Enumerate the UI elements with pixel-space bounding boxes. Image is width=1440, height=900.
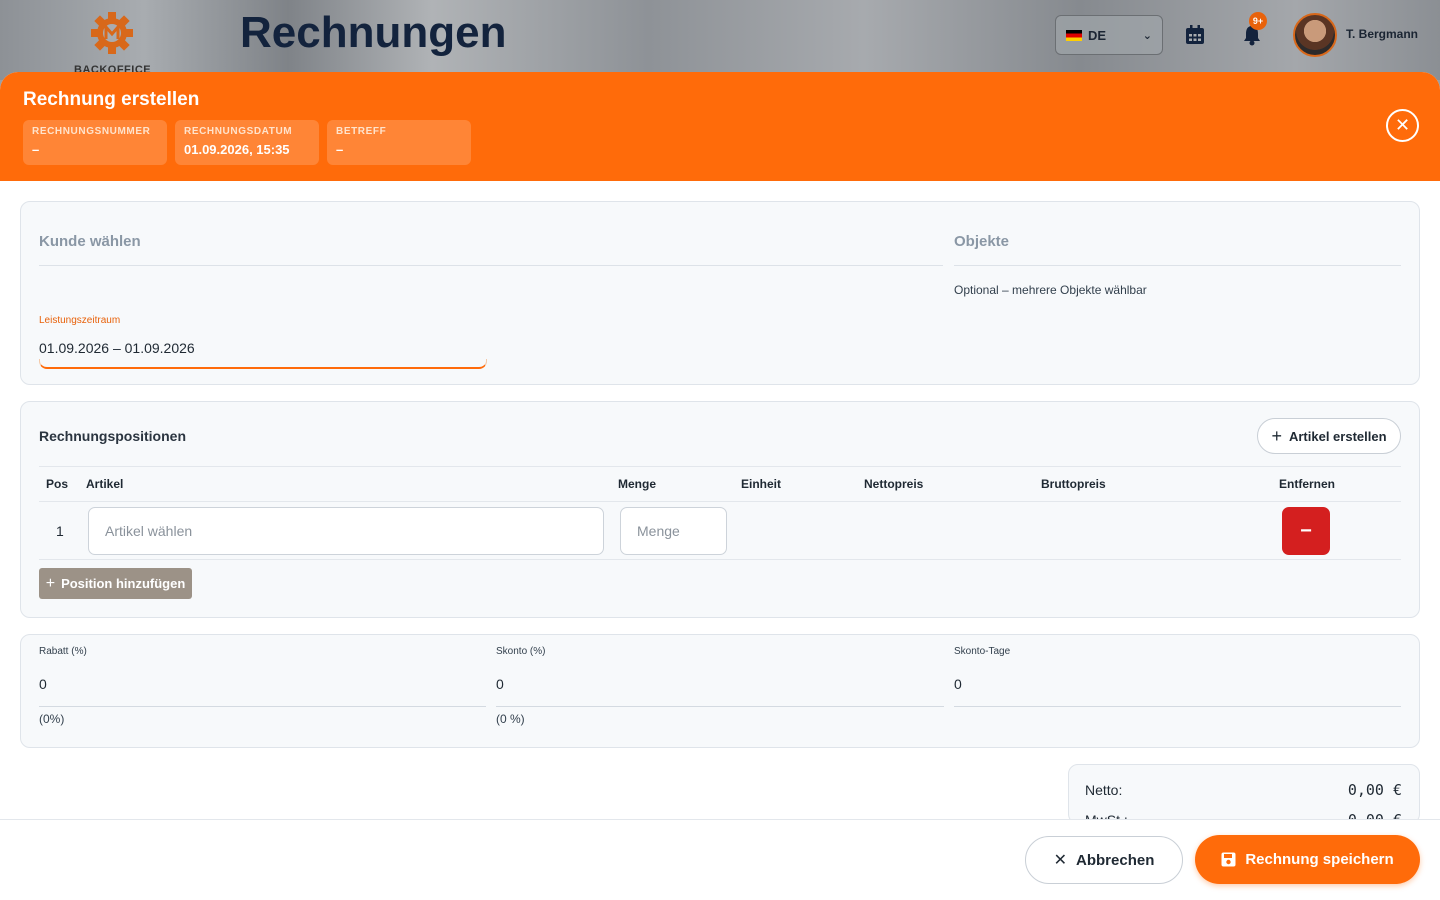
minus-icon: −: [1300, 519, 1312, 542]
objects-select[interactable]: Objekte: [954, 233, 1009, 250]
column-header: Menge: [618, 477, 657, 491]
article-select-input[interactable]: Artikel wählen: [88, 507, 604, 555]
close-icon: ✕: [1394, 115, 1411, 135]
modal-footer: ✕ Abbrechen Rechnung speichern: [0, 819, 1440, 900]
user-name[interactable]: T. Bergmann: [1346, 27, 1418, 41]
quantity-placeholder: Menge: [637, 523, 680, 539]
page-title: Rechnungen: [240, 8, 507, 57]
objects-hint: Optional – mehrere Objekte wählbar: [954, 283, 1147, 297]
invoice-number-chip: RECHNUNGSNUMMER –: [23, 120, 167, 165]
add-position-button[interactable]: + Position hinzufügen: [39, 568, 192, 599]
notification-badge: 9+: [1249, 12, 1267, 30]
chip-label: RECHNUNGSNUMMER: [32, 126, 151, 137]
chip-label: RECHNUNGSDATUM: [184, 126, 293, 137]
chip-value: 01.09.2026, 15:35: [184, 142, 290, 157]
column-header: Einheit: [741, 477, 782, 491]
cancel-button[interactable]: ✕ Abbrechen: [1025, 836, 1183, 884]
rabatt-label: Rabatt (%): [39, 646, 87, 657]
calendar-icon[interactable]: [1184, 24, 1206, 46]
column-header: Pos: [46, 477, 69, 491]
plus-icon: +: [45, 574, 56, 592]
brand-logo[interactable]: BACKOFFICE: [74, 10, 151, 76]
netto-value: 0,00 €: [1347, 781, 1402, 799]
column-header: Entfernen: [1279, 477, 1336, 491]
subject-chip: BETREFF –: [327, 120, 471, 165]
customer-underline: [39, 265, 943, 266]
plus-icon: +: [1271, 425, 1282, 446]
skonto-days-label: Skonto-Tage: [954, 646, 1011, 657]
column-header: Nettopreis: [864, 477, 924, 491]
german-flag-icon: [1066, 29, 1082, 41]
netto-label: Netto:: [1085, 782, 1123, 798]
gear-logo-icon: [91, 12, 133, 54]
chip-label: BETREFF: [336, 126, 387, 137]
skonto-days-underline: [954, 706, 1401, 707]
modal-header: Rechnung erstellen RECHNUNGSNUMMER – REC…: [0, 72, 1440, 181]
skonto-label: Skonto (%): [496, 646, 546, 657]
skonto-input[interactable]: 0: [496, 676, 504, 692]
save-label: Rechnung speichern: [1245, 851, 1394, 868]
create-article-button[interactable]: + Artikel erstellen: [1257, 418, 1401, 454]
objects-underline: [954, 265, 1401, 266]
service-period-focus-line: [39, 359, 487, 369]
quantity-input[interactable]: Menge: [620, 507, 727, 555]
customer-select[interactable]: Kunde wählen: [39, 233, 141, 250]
column-header: Bruttopreis: [1041, 477, 1106, 491]
remove-position-button[interactable]: −: [1282, 507, 1330, 555]
modal-title: Rechnung erstellen: [23, 89, 200, 110]
rabatt-input[interactable]: 0: [39, 676, 47, 692]
article-placeholder: Artikel wählen: [105, 523, 193, 539]
rabatt-hint: (0%): [39, 712, 65, 726]
skonto-underline: [496, 706, 944, 707]
skonto-days-input[interactable]: 0: [954, 676, 962, 692]
save-invoice-button[interactable]: Rechnung speichern: [1195, 835, 1420, 884]
table-header: Pos Artikel Menge Einheit Nettopreis Bru…: [39, 466, 1401, 502]
invoice-date-chip: RECHNUNGSDATUM 01.09.2026, 15:35: [175, 120, 319, 165]
discounts-card: Rabatt (%) 0 (0%) Skonto (%) 0 (0 %) Sko…: [20, 634, 1420, 748]
skonto-hint: (0 %): [496, 712, 525, 726]
create-article-label: Artikel erstellen: [1288, 428, 1387, 444]
chip-value: –: [336, 142, 344, 157]
save-icon: [1221, 852, 1236, 867]
service-period-label: Leistungszeitraum: [39, 315, 121, 326]
close-icon: ✕: [1053, 852, 1068, 869]
column-header: Artikel: [86, 477, 124, 491]
totals-box: Netto: 0,00 € MwSt.: 0,00 €: [1068, 764, 1420, 824]
app-header: [0, 0, 1440, 80]
close-modal-button[interactable]: ✕: [1386, 109, 1419, 142]
customer-card: Kunde wählen Objekte Optional – mehrere …: [20, 201, 1420, 385]
chevron-down-icon: ⌄: [1142, 29, 1152, 42]
cancel-label: Abbrechen: [1076, 851, 1155, 869]
service-period-input[interactable]: 01.09.2026 – 01.09.2026: [39, 340, 195, 356]
language-value: DE: [1088, 27, 1107, 43]
position-number: 1: [56, 523, 64, 539]
language-select[interactable]: DE ⌄: [1055, 15, 1163, 55]
create-invoice-modal: Rechnung erstellen RECHNUNGSNUMMER – REC…: [0, 72, 1440, 900]
row-divider: [39, 559, 1401, 560]
chip-value: –: [32, 142, 40, 157]
positions-card: Rechnungspositionen + Artikel erstellen …: [20, 401, 1420, 618]
add-position-label: Position hinzufügen: [61, 576, 186, 591]
avatar[interactable]: [1293, 13, 1337, 57]
positions-title: Rechnungspositionen: [39, 428, 186, 444]
rabatt-underline: [39, 706, 486, 707]
